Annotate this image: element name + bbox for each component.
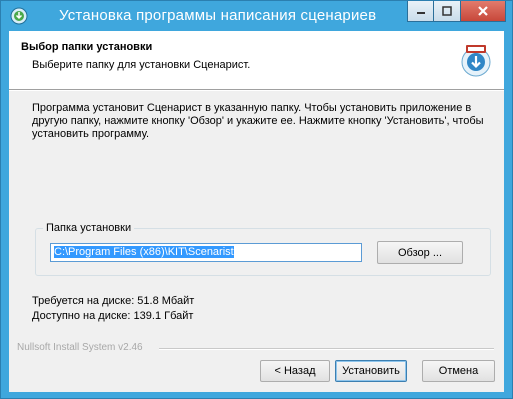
description-text: Программа установит Сценарист в указанну… [32,102,484,140]
install-path-value: C:\Program Files (x86)\KIT\Scenarist [54,246,234,258]
install-folder-group: Папка установки C:\Program Files (x86)\K… [35,222,491,276]
back-button[interactable]: < Назад [260,360,330,382]
header-divider [9,90,504,91]
page-subtitle: Выберите папку для установки Сценарист. [32,59,251,71]
page-header: Выбор папки установки Выберите папку для… [9,31,504,90]
installer-logo-icon [458,42,494,78]
cancel-button[interactable]: Отмена [422,360,495,382]
title-bar[interactable]: Установка программы написания сценариев [1,1,512,31]
installer-icon[interactable] [10,7,28,25]
close-button[interactable] [461,1,506,22]
close-icon [478,6,488,16]
minimize-button[interactable] [407,1,434,22]
maximize-icon [442,6,452,16]
install-button[interactable]: Установить [335,360,407,382]
maximize-button[interactable] [434,1,461,22]
installer-client: Выбор папки установки Выберите папку для… [9,31,504,392]
browse-button[interactable]: Обзор ... [377,241,463,264]
install-folder-label: Папка установки [43,222,135,234]
window-title: Установка программы написания сценариев [59,7,377,24]
space-required: Требуется на диске: 51.8 Мбайт [32,295,195,307]
branding-divider-highlight [159,349,494,350]
installer-window: Установка программы написания сценариев … [0,0,513,399]
space-available: Доступно на диске: 139.1 Гбайт [32,310,194,322]
page-title: Выбор папки установки [21,41,153,53]
branding-text: Nullsoft Install System v2.46 [17,342,146,353]
minimize-icon [416,12,425,14]
install-path-input[interactable]: C:\Program Files (x86)\KIT\Scenarist [50,243,362,262]
